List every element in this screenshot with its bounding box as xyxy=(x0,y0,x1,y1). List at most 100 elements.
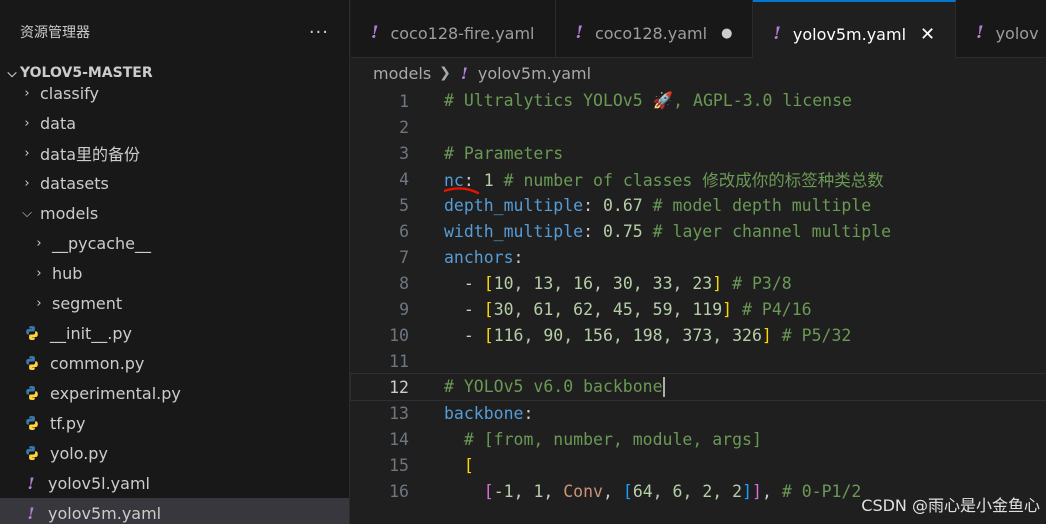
bracket: ] xyxy=(752,481,762,501)
tree-item-label: data里的备份 xyxy=(40,145,141,164)
yaml-file-icon: ! xyxy=(27,473,35,493)
code-line: 7 anchors: xyxy=(351,244,1046,270)
explorer-title: 资源管理器 xyxy=(20,25,90,41)
project-root[interactable]: ⌵ YOLOV5-MASTER xyxy=(0,62,349,84)
code-line: 9 - [30, 61, 62, 45, 59, 119] # P4/16 xyxy=(351,296,1046,322)
line-number: 15 xyxy=(389,455,409,475)
code-line: 11 xyxy=(351,348,1046,374)
bracket: ] xyxy=(742,481,753,501)
tree-file-experimental-py[interactable]: experimental.py xyxy=(0,378,349,408)
tree-folder-pycache[interactable]: › __pycache__ xyxy=(0,228,349,258)
comment: # YOLOv5 v6.0 backbone xyxy=(444,376,663,396)
tab-label: coco128-fire.yaml xyxy=(390,23,535,43)
chevron-right-icon: › xyxy=(24,175,30,191)
tree-folder-models[interactable]: ⌵ models xyxy=(0,198,349,228)
comment: # Ultralytics YOLOv5 🚀, AGPL-3.0 license xyxy=(444,91,852,110)
code-text: anchors: xyxy=(444,247,524,267)
yaml-value: 0.67 xyxy=(602,195,643,215)
tree-item-label: hub xyxy=(52,263,83,283)
comment: # P3/8 xyxy=(732,273,792,293)
tab-coco128-yaml[interactable]: ! coco128.yaml ● xyxy=(556,0,754,58)
tree-file-yolov5l-yaml[interactable]: ! yolov5l.yaml xyxy=(0,468,349,498)
tree-file-init-py[interactable]: __init__.py xyxy=(0,318,349,348)
breadcrumb-file[interactable]: yolov5m.yaml xyxy=(478,64,591,83)
comment: # Parameters xyxy=(444,143,564,163)
bracket: ] xyxy=(761,325,772,345)
line-number: 2 xyxy=(399,117,409,137)
code-text: width_multiple: 0.75 # layer channel mul… xyxy=(444,221,892,241)
explorer-sidebar: 资源管理器 ··· ⌵ YOLOV5-MASTER › classify › dat… xyxy=(0,0,350,524)
tree-item-label: yolo.py xyxy=(50,443,108,463)
code-line: 3 # Parameters xyxy=(351,140,1046,166)
tree-file-common-py[interactable]: common.py xyxy=(0,348,349,378)
tree-item-label: __pycache__ xyxy=(52,233,152,253)
bracket: [ xyxy=(483,299,494,319)
more-actions-icon[interactable]: ··· xyxy=(309,22,329,43)
line-number: 8 xyxy=(399,273,409,293)
python-file-icon xyxy=(26,356,38,370)
tree-folder-data-backup[interactable]: › data里的备份 xyxy=(0,138,349,168)
line-number: 16 xyxy=(389,481,409,501)
python-file-icon xyxy=(26,446,38,460)
breadcrumb-folder[interactable]: models xyxy=(373,64,431,83)
code-text: # YOLOv5 v6.0 backbone xyxy=(444,377,665,398)
code-line: 8 - [10, 13, 16, 30, 33, 23] # P3/8 xyxy=(351,270,1046,296)
code-line: 10 - [116, 90, 156, 198, 373, 326] # P5/… xyxy=(351,322,1046,348)
code-text: depth_multiple: 0.67 # model depth multi… xyxy=(444,195,872,215)
comment: # model depth multiple xyxy=(652,195,872,215)
breadcrumb: models ❯ ! yolov5m.yaml xyxy=(351,58,1046,88)
line-number: 5 xyxy=(399,195,409,215)
tree-item-label: classify xyxy=(40,83,99,103)
yaml-file-icon: ! xyxy=(371,23,379,43)
code-text: nc: 1 # number of classes 修改成你的标签种类总数 xyxy=(444,167,884,195)
code-text: # [from, number, module, args] xyxy=(444,430,762,449)
line-number: 10 xyxy=(389,325,409,345)
tree-folder-datasets[interactable]: › datasets xyxy=(0,168,349,198)
chevron-down-icon: ⌵ xyxy=(22,205,32,221)
tree-item-label: models xyxy=(40,203,99,223)
tree-item-label: tf.py xyxy=(50,413,86,433)
bracket: [ xyxy=(463,455,474,475)
watermark: CSDN @雨心是小金鱼心 xyxy=(861,496,1040,515)
tree-item-label: yolov5m.yaml xyxy=(48,503,162,523)
yaml-key: width_multiple xyxy=(444,221,584,241)
yaml-string: Conv xyxy=(563,481,603,501)
unsaved-dot-icon[interactable]: ● xyxy=(721,26,732,41)
tree-file-tf-py[interactable]: tf.py xyxy=(0,408,349,438)
code-line: 15 [ xyxy=(351,452,1046,478)
yaml-file-icon: ! xyxy=(460,63,468,83)
tree-folder-data[interactable]: › data xyxy=(0,108,349,138)
tab-yolov5m-yaml[interactable]: ! yolov5m.yaml ✕ xyxy=(753,0,957,58)
chevron-right-icon: ❯ xyxy=(439,65,451,81)
tree-item-label: yolov5l.yaml xyxy=(48,473,150,493)
code-text: # Ultralytics YOLOv5 🚀, AGPL-3.0 license xyxy=(444,91,852,111)
python-file-icon xyxy=(26,386,38,400)
code-text: - [116, 90, 156, 198, 373, 326] # P5/32 xyxy=(444,325,852,345)
bracket: ] xyxy=(712,273,723,293)
tab-coco128-fire-yaml[interactable]: ! coco128-fire.yaml xyxy=(351,0,556,58)
tab-yolov-truncated[interactable]: ! yolov xyxy=(956,0,1046,58)
line-number: 6 xyxy=(399,221,409,241)
code-line: 2 xyxy=(351,114,1046,140)
code-text: - [30, 61, 62, 45, 59, 119] # P4/16 xyxy=(444,299,812,319)
comment: # layer channel multiple xyxy=(652,221,892,241)
yaml-file-icon: ! xyxy=(27,503,35,523)
file-tree: › classify › data › data里的备份 › datasets ⌵ mod… xyxy=(0,78,349,524)
line-number: 14 xyxy=(389,429,409,449)
tree-folder-hub[interactable]: › hub xyxy=(0,258,349,288)
code-editor[interactable]: 1 # Ultralytics YOLOv5 🚀, AGPL-3.0 licens… xyxy=(350,88,1046,524)
bracket: [ xyxy=(483,325,494,345)
yaml-value: 64, 6, 2, 2 xyxy=(632,481,743,501)
tree-folder-segment[interactable]: › segment xyxy=(0,288,349,318)
chevron-right-icon: › xyxy=(24,85,30,101)
tree-item-label: common.py xyxy=(50,353,145,373)
code-line: 14 # [from, number, module, args] xyxy=(351,426,1046,452)
tree-file-yolo-py[interactable]: yolo.py xyxy=(0,438,349,468)
code-line-current: 12 # YOLOv5 v6.0 backbone xyxy=(350,373,1046,401)
tree-file-yolov5m-yaml[interactable]: ! yolov5m.yaml xyxy=(0,498,349,524)
close-icon[interactable]: ✕ xyxy=(920,24,935,45)
chevron-right-icon: › xyxy=(36,265,42,281)
tree-item-label: __init__.py xyxy=(50,323,133,343)
line-number: 7 xyxy=(399,247,409,267)
code-text: - [10, 13, 16, 30, 33, 23] # P3/8 xyxy=(444,273,792,293)
